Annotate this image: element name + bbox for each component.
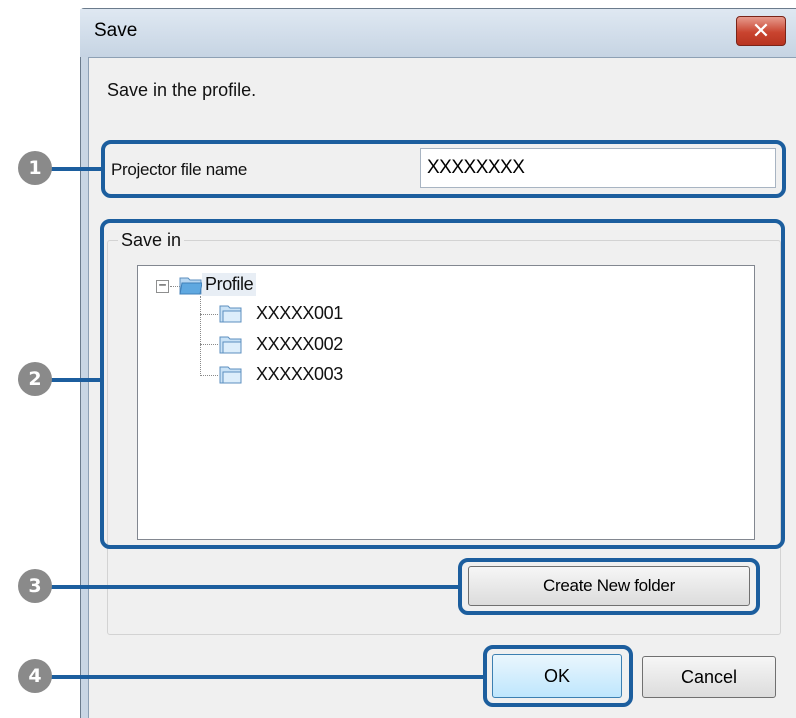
cancel-button[interactable]: Cancel [642, 656, 776, 698]
instruction-text: Save in the profile. [107, 80, 257, 100]
callout-marker-1: 1 [18, 151, 52, 185]
callout-box-1 [101, 140, 786, 198]
callout-leader-2 [48, 378, 102, 382]
callout-marker-4: 4 [18, 659, 52, 693]
window-title: Save [94, 20, 138, 41]
close-button[interactable]: ✕ [736, 16, 786, 46]
callout-box-2 [100, 219, 785, 549]
callout-leader-3 [48, 585, 460, 589]
callout-box-4 [483, 645, 633, 707]
callout-leader-4 [48, 675, 485, 679]
callout-box-3 [458, 558, 760, 615]
callout-marker-3: 3 [18, 569, 52, 603]
callout-leader-1 [48, 167, 103, 171]
callout-marker-2: 2 [18, 362, 52, 396]
close-icon: ✕ [751, 18, 771, 44]
title-bar[interactable] [80, 9, 796, 57]
